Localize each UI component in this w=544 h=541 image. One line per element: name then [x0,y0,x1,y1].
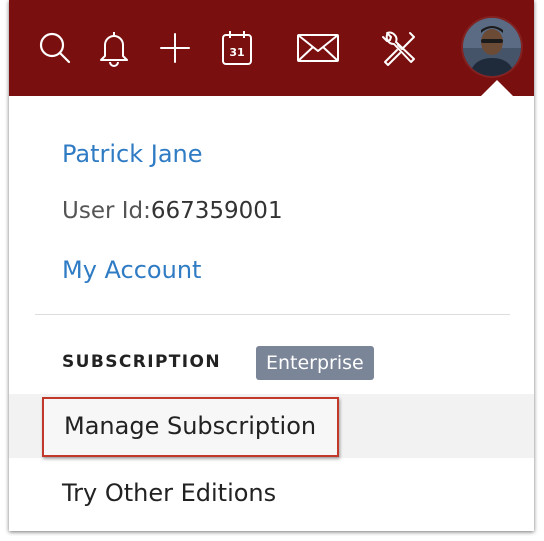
user-id-value: 667359001 [150,198,283,224]
manage-subscription-row[interactable]: Manage Subscription [9,394,534,458]
plus-icon[interactable] [155,28,195,68]
manage-subscription-label[interactable]: Manage Subscription [64,412,316,440]
manage-subscription-highlight: Manage Subscription [42,397,339,457]
tools-icon[interactable] [379,28,419,68]
top-navigation-bar: 31 [9,0,534,97]
calendar-icon[interactable]: 31 [217,28,257,68]
account-menu: Patrick Jane User Id:667359001 My Accoun… [9,96,534,531]
menu-divider [35,314,510,315]
try-other-editions-item[interactable]: Try Other Editions [62,479,276,507]
my-account-link[interactable]: My Account [62,256,201,284]
bell-icon[interactable] [94,28,134,68]
search-icon[interactable] [35,28,75,68]
mail-icon[interactable] [293,28,343,68]
account-dropdown-window: 31 Patrick Jane User Id:667359001 My Acc… [9,0,534,531]
user-name-link[interactable]: Patrick Jane [62,140,203,168]
user-id: User Id:667359001 [62,198,283,224]
subscription-heading: SUBSCRIPTION [62,352,222,372]
user-id-label: User Id: [62,198,151,224]
dropdown-pointer [480,80,514,97]
edition-badge: Enterprise [256,346,374,380]
avatar[interactable] [463,18,521,76]
calendar-day-text: 31 [229,46,244,59]
